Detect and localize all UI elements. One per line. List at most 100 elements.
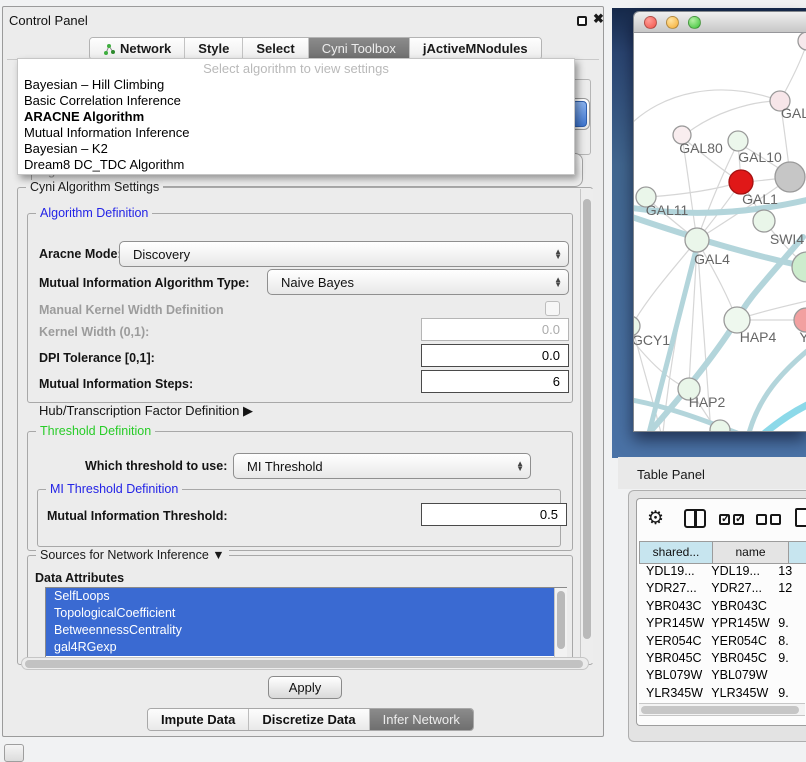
select-all-checks-icon[interactable]: [719, 512, 747, 530]
collapsed-panel-button[interactable]: [4, 744, 24, 762]
attributes-scrollbar[interactable]: [554, 588, 567, 659]
network-view-window: GAL80 GAL GAL10 GAL1 GAL11 SWI4 GAL4 GCY…: [633, 11, 806, 432]
network-canvas[interactable]: GAL80 GAL GAL10 GAL1 GAL11 SWI4 GAL4 GCY…: [634, 33, 806, 432]
table-body: YDL19...YDL19...13 YDR27...YDR27...12 YB…: [639, 564, 806, 706]
table-header-row: shared... name A: [639, 541, 806, 564]
node-gray[interactable]: [775, 162, 805, 192]
dropdown-placeholder: Select algorithm to view settings: [18, 60, 574, 77]
threshold-definition-title: Threshold Definition: [36, 424, 155, 438]
mi-threshold-definition-title: MI Threshold Definition: [46, 482, 182, 496]
split-columns-icon[interactable]: [684, 509, 706, 528]
which-threshold-select[interactable]: MI Threshold ▲▼: [233, 453, 531, 479]
scrollbar-thumb[interactable]: [641, 706, 799, 714]
table-row[interactable]: YER054CYER054C8.: [639, 634, 806, 651]
table-row[interactable]: YBR043CYBR043C: [639, 599, 806, 616]
settings-vertical-scrollbar[interactable]: [580, 189, 593, 663]
node-gal4[interactable]: [685, 228, 709, 252]
node-labels: GAL80 GAL GAL10 GAL1 GAL11 SWI4 GAL4 GCY…: [634, 105, 806, 410]
mi-steps-input[interactable]: 6: [421, 370, 569, 393]
menu-item[interactable]: Bayesian – K2: [18, 141, 574, 157]
control-panel-window: Control Panel ✖ Network Style Select Cyn…: [2, 6, 604, 737]
which-threshold-label: Which threshold to use:: [85, 459, 227, 473]
combo-arrows-icon: ▲▼: [554, 277, 562, 287]
menu-item[interactable]: Basic Correlation Inference: [18, 93, 574, 109]
minimize-traffic-light-icon[interactable]: [666, 16, 679, 29]
attribute-item[interactable]: TopologicalCoefficient: [46, 605, 566, 622]
zoom-traffic-light-icon[interactable]: [688, 16, 701, 29]
table-panel-title: Table Panel: [618, 457, 806, 489]
mi-algorithm-type-select[interactable]: Naive Bayes ▲▼: [267, 269, 569, 295]
apply-button[interactable]: Apply: [268, 676, 342, 699]
mi-threshold-label: Mutual Information Threshold:: [47, 509, 228, 523]
table-row[interactable]: YDR27...YDR27...12: [639, 581, 806, 598]
manual-kernel-checkbox[interactable]: [545, 301, 560, 316]
table-row[interactable]: YBR045CYBR045C9.: [639, 651, 806, 668]
node-swi4[interactable]: [753, 210, 775, 232]
combo-arrows-icon: ▲▼: [516, 461, 524, 471]
table-row[interactable]: YLR345WYLR345W9.: [639, 686, 806, 703]
node-label: GAL10: [738, 149, 782, 165]
deselect-all-checks-icon[interactable]: [756, 512, 784, 530]
attribute-item[interactable]: BetweennessCentrality: [46, 622, 566, 639]
column-header-shared[interactable]: shared...: [639, 541, 713, 564]
menu-item[interactable]: Dream8 DC_TDC Algorithm: [18, 157, 574, 173]
hub-section-toggle[interactable]: Hub/Transcription Factor Definition ▶: [39, 403, 253, 419]
mi-threshold-input[interactable]: 0.5: [421, 503, 567, 526]
tab-network[interactable]: Network: [90, 38, 185, 59]
algorithm-definition-title: Algorithm Definition: [36, 206, 152, 220]
gear-icon[interactable]: ⚙: [647, 509, 664, 529]
node-swi4-partner[interactable]: [792, 252, 806, 282]
settings-group-title: Cyni Algorithm Settings: [26, 180, 163, 194]
node-label: GAL11: [646, 202, 689, 218]
node-gal10[interactable]: [728, 131, 748, 151]
float-window-icon[interactable]: [577, 16, 587, 26]
new-table-icon[interactable]: [795, 508, 806, 527]
mi-steps-label: Mutual Information Steps:: [39, 377, 193, 391]
node-label: Y: [799, 329, 806, 345]
table-subwindow: ⚙ shared... name A YDL19...YDL19...13 YD…: [636, 498, 806, 726]
node-label: GAL4: [694, 251, 730, 267]
tab-impute-data[interactable]: Impute Data: [148, 709, 249, 730]
attribute-item[interactable]: gal4RGexp: [46, 639, 566, 656]
network-window-titlebar[interactable]: [634, 12, 806, 33]
menu-item-aracne[interactable]: ARACNE Algorithm: [18, 109, 574, 125]
table-row[interactable]: YBL079WYBL079W: [639, 668, 806, 685]
menu-item[interactable]: Bayesian – Hill Climbing: [18, 77, 574, 93]
dpi-tolerance-input[interactable]: 0.0: [421, 344, 569, 367]
node-topright[interactable]: [798, 33, 806, 50]
column-header-name[interactable]: name: [713, 541, 789, 564]
column-header-clipped[interactable]: A: [789, 541, 806, 564]
close-icon[interactable]: ✖: [593, 11, 604, 27]
tab-network-label: Network: [120, 38, 171, 59]
tab-jactivemnodules[interactable]: jActiveMNodules: [410, 38, 541, 59]
scrollbar-thumb[interactable]: [25, 660, 583, 668]
collapsed-arrow-icon: ▶: [243, 403, 253, 418]
screen: Control Panel ✖ Network Style Select Cyn…: [0, 0, 806, 762]
settings-horizontal-scrollbar[interactable]: [21, 657, 589, 670]
scrollbar-thumb[interactable]: [583, 199, 591, 639]
table-horizontal-scrollbar[interactable]: [639, 703, 805, 716]
bottom-tab-bar: Impute Data Discretize Data Infer Networ…: [147, 708, 474, 731]
tab-cyni-toolbox[interactable]: Cyni Toolbox: [309, 38, 410, 59]
node-label: HAP4: [740, 329, 777, 345]
kernel-width-label: Kernel Width (0,1):: [39, 325, 149, 339]
node-label: GAL1: [742, 191, 778, 207]
data-attributes-list: SelfLoops TopologicalCoefficient Between…: [45, 587, 567, 660]
table-row[interactable]: YPR145WYPR145W9.: [639, 616, 806, 633]
scrollbar-thumb[interactable]: [557, 591, 565, 649]
table-row[interactable]: YDL19...YDL19...13: [639, 564, 806, 581]
network-graph: GAL80 GAL GAL10 GAL1 GAL11 SWI4 GAL4 GCY…: [634, 33, 806, 432]
algorithm-dropdown-menu: Select algorithm to view settings Bayesi…: [17, 58, 575, 175]
node-label: GAL: [781, 105, 806, 121]
aracne-mode-select[interactable]: Discovery ▲▼: [119, 241, 569, 267]
close-traffic-light-icon[interactable]: [644, 16, 657, 29]
tab-discretize-data[interactable]: Discretize Data: [249, 709, 369, 730]
kernel-width-input[interactable]: 0.0: [421, 318, 569, 341]
sources-group-title[interactable]: Sources for Network Inference ▼: [36, 548, 229, 562]
tab-style[interactable]: Style: [185, 38, 243, 59]
tab-infer-network[interactable]: Infer Network: [370, 709, 473, 730]
control-panel-title: Control Panel: [9, 13, 88, 28]
menu-item[interactable]: Mutual Information Inference: [18, 125, 574, 141]
attribute-item[interactable]: SelfLoops: [46, 588, 566, 605]
tab-select[interactable]: Select: [243, 38, 308, 59]
